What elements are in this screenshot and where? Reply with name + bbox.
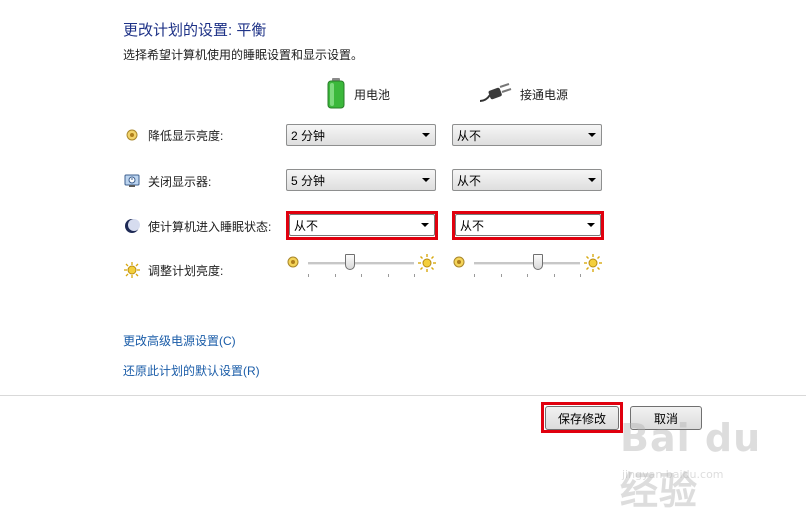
chevron-down-icon [421,223,429,227]
dim-battery-select[interactable]: 2 分钟 [286,124,436,146]
slider-tick [474,274,475,277]
slider-thumb[interactable] [532,254,543,270]
moon-icon [124,218,140,234]
slider-tick [308,274,309,277]
watermark-url: jingyan.baidu.com [622,468,724,481]
chevron-down-icon [422,133,430,137]
dim-plugged-value: 从不 [457,128,482,143]
slider-tick [500,274,502,277]
page-subtitle: 选择希望计算机使用的睡眠设置和显示设置。 [123,48,364,62]
slider-thumb[interactable] [345,254,356,270]
battery-column-label: 用电池 [354,87,391,102]
slider-tick [334,274,336,277]
display-off-plugged-select[interactable]: 从不 [452,169,602,191]
row-display-off: 关闭显示器: [124,171,211,191]
slider-tick [361,274,362,277]
display-off-plugged-value: 从不 [457,173,482,188]
dim-display-icon [124,127,140,143]
row-brightness-label: 调整计划亮度: [148,263,224,278]
chevron-down-icon [422,178,430,182]
sleep-plugged-value: 从不 [460,218,485,233]
slider-tick [553,274,555,277]
row-display-off-label: 关闭显示器: [148,174,212,189]
watermark-logo: Bai du 经验 [620,416,762,513]
sun-icon [124,262,140,278]
bright-sun-icon [584,254,602,275]
slider-tick [527,274,528,277]
display-off-battery-select[interactable]: 5 分钟 [286,169,436,191]
chevron-down-icon [587,223,595,227]
row-sleep: 使计算机进入睡眠状态: [124,216,271,236]
plugged-column-label: 接通电源 [520,87,569,102]
battery-icon [326,77,346,112]
sleep-battery-value: 从不 [294,218,319,233]
advanced-power-settings-link[interactable]: 更改高级电源设置(C) [123,332,236,349]
page-title: 更改计划的设置: 平衡 [123,22,267,39]
dim-sun-icon [287,256,299,271]
slider-tick [580,274,581,277]
baidu-watermark: Bai du 经验 jingyan.baidu.com [620,416,806,515]
row-dim-display-label: 降低显示亮度: [148,128,224,143]
row-dim-display: 降低显示亮度: [124,125,223,145]
dim-sun-icon [453,256,465,271]
slider-track [308,262,414,265]
sleep-plugged-select[interactable]: 从不 [455,214,601,236]
slider-track [474,262,580,265]
chevron-down-icon [588,178,596,182]
display-off-battery-value: 5 分钟 [291,173,326,188]
monitor-icon [124,173,140,189]
chevron-down-icon [588,133,596,137]
divider [0,395,806,396]
slider-tick [387,274,389,277]
dim-battery-value: 2 分钟 [291,128,326,143]
row-brightness: 调整计划亮度: [124,260,223,280]
restore-defaults-link[interactable]: 还原此计划的默认设置(R) [123,362,260,379]
slider-tick [414,274,415,277]
brightness-battery-slider[interactable] [286,254,436,280]
save-button[interactable]: 保存修改 [545,406,619,430]
sleep-battery-select[interactable]: 从不 [289,214,435,236]
plugged-column-header: 接通电源 [478,78,568,110]
power-plug-icon [478,81,512,108]
dim-plugged-select[interactable]: 从不 [452,124,602,146]
row-sleep-label: 使计算机进入睡眠状态: [148,219,272,234]
battery-column-header: 用电池 [326,77,391,112]
bright-sun-icon [418,254,436,275]
brightness-plugged-slider[interactable] [452,254,602,280]
